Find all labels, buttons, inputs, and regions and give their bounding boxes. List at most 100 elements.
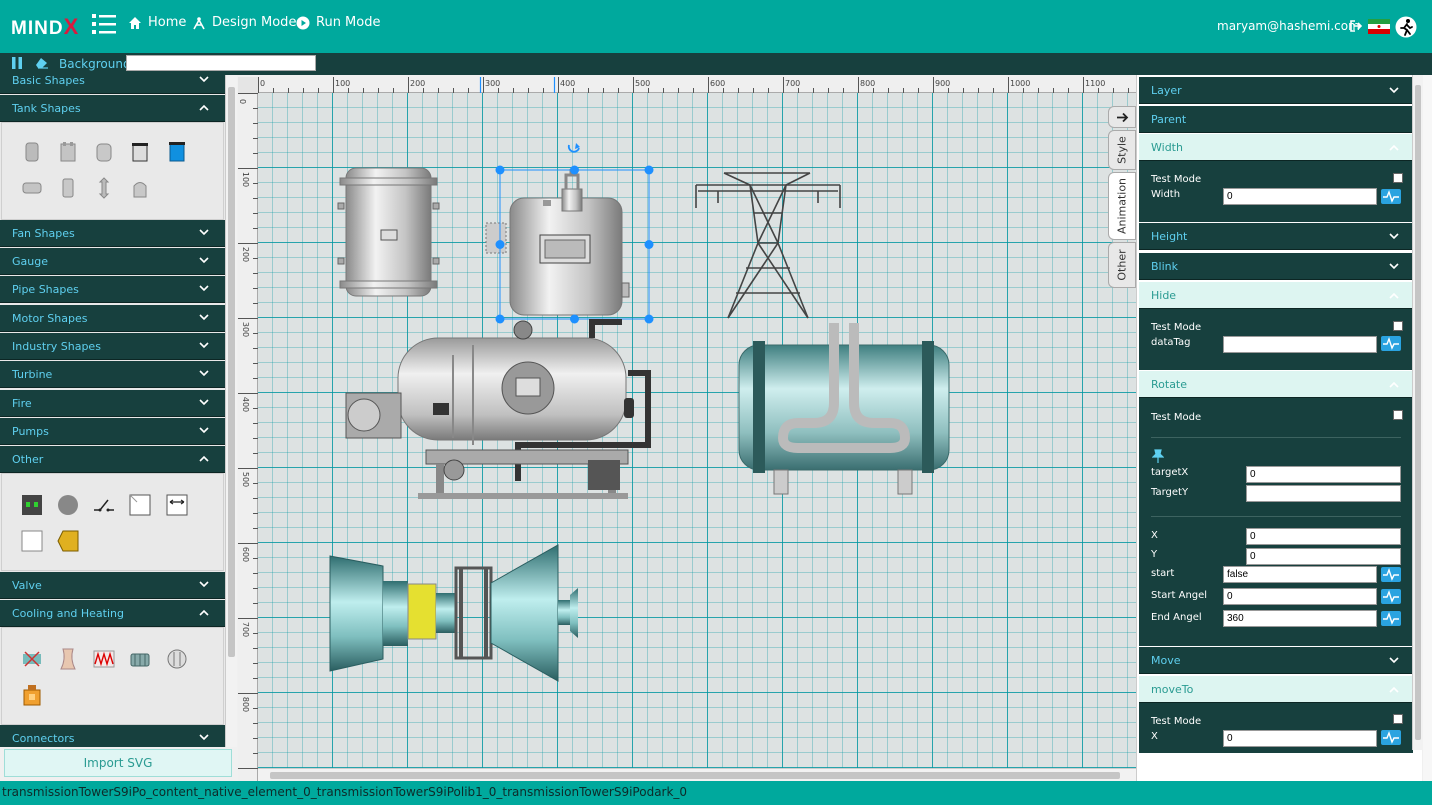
- left-panel-scrollbar[interactable]: [225, 75, 237, 747]
- section-height[interactable]: Height: [1139, 223, 1413, 250]
- category-other[interactable]: Other: [0, 446, 225, 473]
- section-parent[interactable]: Parent: [1139, 106, 1413, 133]
- flag-icon[interactable]: [1368, 19, 1390, 34]
- boiler-icon[interactable]: [21, 684, 43, 706]
- canvas-horizontal-scrollbar[interactable]: [258, 768, 1136, 781]
- dome-tank-icon[interactable]: [129, 177, 151, 199]
- section-moveto[interactable]: moveTo: [1139, 676, 1413, 703]
- moveto-test-mode-checkbox[interactable]: [1393, 714, 1403, 724]
- top-bar: MINDX Home Design Mode Run Mode maryam@h…: [0, 0, 1432, 53]
- circle-shape-icon[interactable]: [57, 494, 79, 516]
- category-gauge[interactable]: Gauge: [0, 248, 225, 275]
- properties-scrollbar[interactable]: [1412, 75, 1423, 750]
- section-rotate[interactable]: Rotate: [1139, 371, 1413, 398]
- narrow-tank-icon[interactable]: [57, 177, 79, 199]
- pulse-icon[interactable]: [1381, 589, 1401, 604]
- heater-coil-icon[interactable]: [93, 648, 115, 670]
- section-hide[interactable]: Hide: [1139, 282, 1413, 309]
- category-connectors[interactable]: Connectors: [0, 725, 225, 747]
- boiler-shape[interactable]: [345, 319, 651, 499]
- pulse-icon[interactable]: [1381, 189, 1401, 204]
- chiller-icon[interactable]: [129, 648, 151, 670]
- pulse-icon[interactable]: [1381, 567, 1401, 582]
- scroll-thumb[interactable]: [228, 87, 235, 657]
- divider: [1151, 437, 1401, 438]
- section-layer[interactable]: Layer: [1139, 77, 1413, 104]
- design-grid[interactable]: [258, 93, 1136, 768]
- scroll-thumb[interactable]: [1415, 85, 1421, 740]
- pulse-icon[interactable]: [1381, 611, 1401, 626]
- start-angel-input[interactable]: [1223, 588, 1377, 605]
- width-input[interactable]: [1223, 188, 1377, 205]
- end-angel-input[interactable]: [1223, 610, 1377, 627]
- rotate-x-input[interactable]: [1246, 528, 1401, 545]
- logout-icon[interactable]: [1350, 20, 1363, 32]
- category-tank-shapes[interactable]: Tank Shapes: [0, 95, 225, 122]
- nav-home[interactable]: Home: [128, 15, 186, 30]
- tab-animation[interactable]: Animation: [1108, 172, 1136, 240]
- category-industry-shapes[interactable]: Industry Shapes: [0, 333, 225, 360]
- targetx-input[interactable]: [1246, 466, 1401, 483]
- rotate-test-mode-checkbox[interactable]: [1393, 410, 1403, 420]
- vertical-tank-shape[interactable]: [337, 167, 440, 297]
- section-move[interactable]: Move: [1139, 647, 1413, 674]
- heat-exchanger-icon[interactable]: [21, 648, 43, 670]
- moveto-x-input[interactable]: [1223, 730, 1377, 747]
- category-fire[interactable]: Fire: [0, 390, 225, 417]
- category-basic-shapes[interactable]: Basic Shapes: [0, 75, 225, 94]
- tab-style[interactable]: Style: [1108, 130, 1136, 170]
- round-tank-icon[interactable]: [93, 141, 115, 163]
- hide-test-mode-checkbox[interactable]: [1393, 321, 1403, 331]
- collapse-panel-button[interactable]: [1108, 106, 1136, 128]
- category-valve[interactable]: Valve: [0, 572, 225, 599]
- pulse-icon[interactable]: [1381, 730, 1401, 745]
- turbine-shape[interactable]: [329, 544, 578, 682]
- pause-icon[interactable]: [12, 57, 22, 69]
- section-width[interactable]: Width: [1139, 134, 1413, 161]
- datatag-input[interactable]: [1223, 336, 1377, 353]
- menu-icon[interactable]: [92, 13, 116, 35]
- ruler-left-label: 0: [238, 98, 248, 105]
- led-panel-icon[interactable]: [21, 494, 43, 516]
- chevron-up-icon: [1389, 292, 1399, 299]
- arrow-tank-icon[interactable]: [93, 177, 115, 199]
- user-email[interactable]: maryam@hashemi.com: [1217, 19, 1360, 33]
- nav-design-mode[interactable]: Design Mode: [192, 15, 296, 30]
- nav-run-mode[interactable]: Run Mode: [296, 15, 380, 30]
- double-tank-icon[interactable]: [57, 141, 79, 163]
- width-test-mode-checkbox[interactable]: [1393, 173, 1403, 183]
- blue-tank-icon[interactable]: [166, 141, 188, 163]
- eraser-icon[interactable]: [35, 57, 49, 69]
- scroll-thumb[interactable]: [270, 772, 1120, 779]
- dimension-icon[interactable]: [166, 494, 188, 516]
- vertical-tank-icon[interactable]: [21, 141, 43, 163]
- pulse-icon[interactable]: [1381, 336, 1401, 351]
- tank-with-panel-shape[interactable]: [485, 169, 630, 316]
- switch-icon[interactable]: [93, 494, 115, 516]
- cooling-tower-icon[interactable]: [57, 648, 79, 670]
- transmission-tower-shape[interactable]: [695, 172, 841, 319]
- tab-other[interactable]: Other: [1108, 242, 1136, 288]
- runner-icon[interactable]: [1395, 16, 1417, 38]
- heat-exchanger-shape[interactable]: [738, 323, 950, 495]
- import-svg-button[interactable]: Import SVG: [4, 749, 232, 777]
- category-cooling-heating[interactable]: Cooling and Heating: [0, 600, 225, 627]
- background-input[interactable]: [126, 55, 316, 71]
- rotate-y-input[interactable]: [1246, 548, 1401, 565]
- tag-shape-icon[interactable]: [57, 530, 79, 552]
- moveto-x-label: X: [1151, 731, 1158, 742]
- radiator-icon[interactable]: [166, 648, 188, 670]
- category-pumps[interactable]: Pumps: [0, 418, 225, 445]
- panel-frame-icon[interactable]: [129, 494, 151, 516]
- horizontal-tank-icon[interactable]: [21, 177, 43, 199]
- targety-input[interactable]: [1246, 485, 1401, 502]
- pin-icon[interactable]: [1152, 449, 1164, 463]
- blank-square-icon[interactable]: [21, 530, 43, 552]
- black-rim-tank-icon[interactable]: [129, 141, 151, 163]
- category-fan-shapes[interactable]: Fan Shapes: [0, 220, 225, 247]
- category-pipe-shapes[interactable]: Pipe Shapes: [0, 276, 225, 303]
- section-blink[interactable]: Blink: [1139, 253, 1413, 280]
- start-input[interactable]: [1223, 566, 1377, 583]
- category-motor-shapes[interactable]: Motor Shapes: [0, 305, 225, 332]
- category-turbine[interactable]: Turbine: [0, 361, 225, 388]
